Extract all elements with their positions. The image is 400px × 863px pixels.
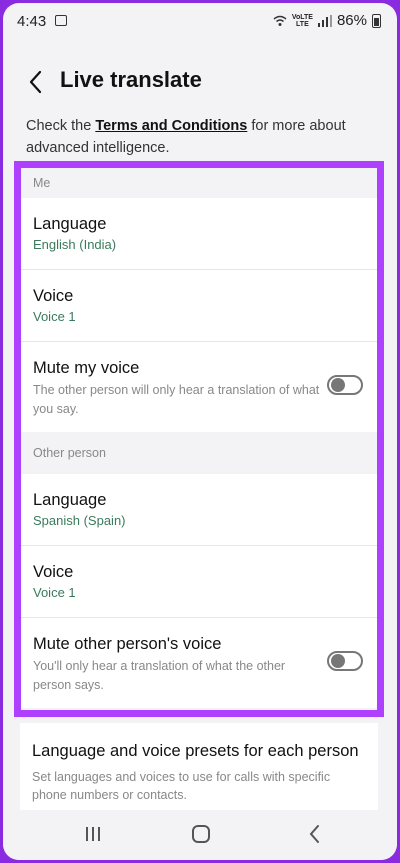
signal-icon bbox=[317, 14, 332, 27]
mute-other-voice-row[interactable]: Mute other person's voice You'll only he… bbox=[21, 618, 377, 708]
lte-top: VoLTE bbox=[291, 13, 313, 21]
header: Live translate bbox=[3, 63, 397, 103]
presets-title: Language and voice presets for each pers… bbox=[32, 742, 359, 760]
battery-percent: 86% bbox=[336, 12, 367, 29]
mute-other-voice-label: Mute other person's voice bbox=[33, 635, 222, 653]
mute-my-voice-row[interactable]: Mute my voice The other person will only… bbox=[21, 342, 377, 432]
me-voice-row[interactable]: Voice Voice 1 bbox=[21, 270, 377, 342]
me-voice-value: Voice 1 bbox=[33, 309, 76, 324]
other-voice-row[interactable]: Voice Voice 1 bbox=[21, 546, 377, 618]
wifi-icon bbox=[273, 15, 287, 26]
other-voice-label: Voice bbox=[33, 563, 74, 581]
me-language-label: Language bbox=[33, 215, 107, 233]
status-right: VoLTE LTE 86% bbox=[273, 12, 381, 29]
mute-my-voice-desc: The other person will only hear a transl… bbox=[33, 383, 320, 416]
description-prefix: Check the bbox=[26, 118, 96, 134]
terms-link[interactable]: Terms and Conditions bbox=[95, 118, 247, 134]
presets-desc: Set languages and voices to use for call… bbox=[32, 770, 331, 802]
other-language-row[interactable]: Language Spanish (Spain) bbox=[21, 474, 377, 546]
home-icon[interactable] bbox=[189, 824, 213, 844]
mute-other-voice-toggle[interactable] bbox=[327, 651, 363, 671]
other-language-label: Language bbox=[33, 491, 107, 509]
other-language-value: Spanish (Spain) bbox=[33, 513, 126, 528]
me-voice-label: Voice bbox=[33, 287, 74, 305]
page-title: Live translate bbox=[60, 67, 202, 92]
mute-my-voice-toggle[interactable] bbox=[327, 375, 363, 395]
me-language-row[interactable]: Language English (India) bbox=[21, 198, 377, 270]
nav-back-icon[interactable] bbox=[303, 824, 327, 844]
mute-other-voice-desc: You'll only hear a translation of what t… bbox=[33, 659, 286, 692]
highlighted-settings-group: Me Language English (India) Voice Voice … bbox=[14, 161, 384, 717]
section-header-me: Me bbox=[33, 176, 51, 190]
navigation-bar bbox=[3, 810, 397, 860]
section-header-other-person: Other person bbox=[33, 446, 106, 460]
presets-row[interactable]: Language and voice presets for each pers… bbox=[20, 723, 378, 813]
lte-bottom: LTE bbox=[296, 20, 309, 28]
battery-icon bbox=[372, 13, 381, 28]
status-bar: 4:43 VoLTE LTE 86% bbox=[3, 3, 397, 39]
back-arrow-icon[interactable] bbox=[25, 69, 47, 95]
status-time: 4:43 bbox=[17, 13, 47, 30]
mute-my-voice-label: Mute my voice bbox=[33, 359, 140, 377]
other-voice-value: Voice 1 bbox=[33, 585, 76, 600]
description: Check the Terms and Conditions for more … bbox=[26, 115, 366, 159]
me-language-value: English (India) bbox=[33, 237, 117, 252]
lte-indicator: VoLTE LTE bbox=[292, 14, 313, 28]
recents-icon[interactable] bbox=[81, 824, 105, 844]
gallery-icon bbox=[55, 15, 67, 26]
screen: 4:43 VoLTE LTE 86% Live translate Check … bbox=[3, 3, 397, 860]
